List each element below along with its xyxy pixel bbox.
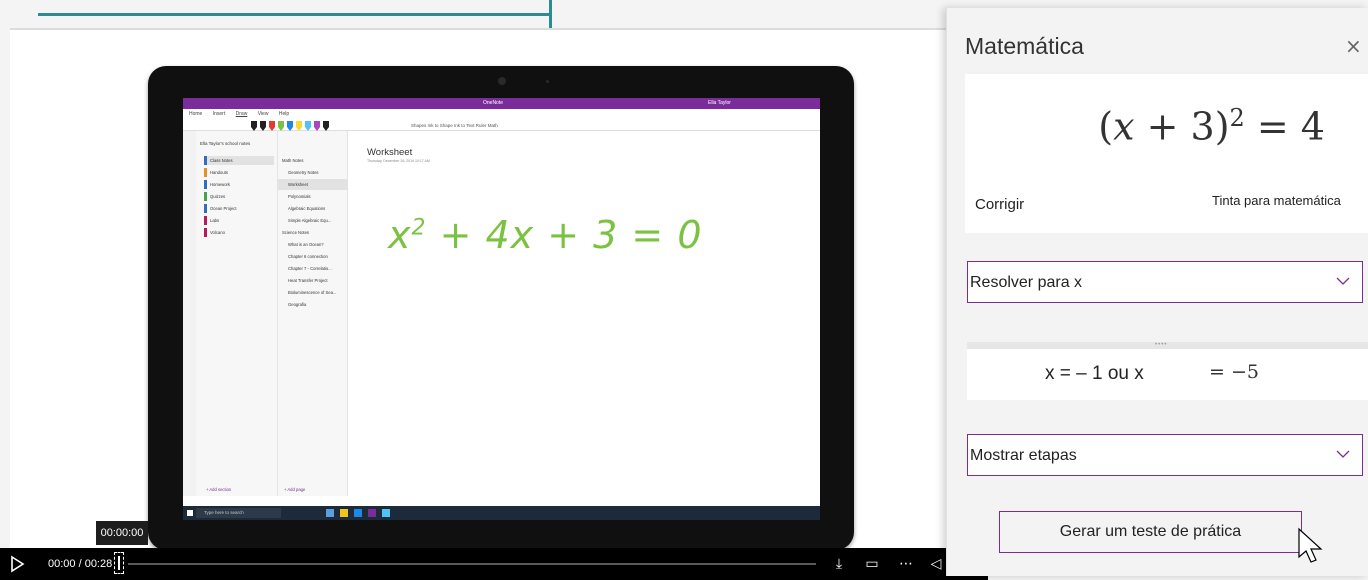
video-time: 00:00 / 00:28 [48,558,113,570]
pen-icon [269,121,275,131]
page-item: Geografia [288,302,307,307]
resize-handle[interactable]: •••• [967,342,1368,349]
section-item: Quizzes [204,192,225,201]
pen-icon [260,121,266,131]
notebook-name: Ella Taylor's school notes [200,141,251,146]
onenote-ribbon: Home Insert Draw View Help Shapes Ink to… [183,109,820,131]
section-item: Volcano [204,228,225,237]
chevron-down-icon [1336,450,1350,458]
chevron-down-icon [1336,277,1350,285]
onenote-nav-rail [183,131,196,496]
onenote-app-title: OneNote [483,100,504,106]
ribbon-tab: Draw [235,111,248,117]
page-group: Science Notes [282,230,309,235]
section-item: Labs [204,216,219,225]
pen-icon [323,121,329,131]
ribbon-tab: Insert [212,111,226,117]
play-icon[interactable] [8,555,26,573]
recognized-equation: (x + 3)2 = 4 [1098,104,1325,149]
edge-icon [354,509,362,517]
ribbon-tab: Help [278,111,290,117]
volume-icon[interactable]: ◁ [926,554,946,574]
pane-title: Matemática [965,33,1084,59]
section-item: Handouts [204,168,228,177]
page-item: Geometry Notes [288,170,319,175]
onenote-page-title: Worksheet [367,147,413,158]
taskbar-search: Type here to search [196,508,281,518]
pen-icon [314,121,320,131]
tablet-screen: OneNote Ella Taylor Home Insert Draw Vie… [183,98,820,520]
steps-dropdown[interactable]: Mostrar etapas [967,434,1363,476]
onenote-user-name: Ella Taylor [708,100,731,106]
page-item: Polynomials [288,194,311,199]
section-item: Ocean Project [204,204,237,213]
steps-dropdown-label: Mostrar etapas [970,447,1077,464]
page-item: Chapter 7 - Correlatio... [288,266,332,271]
mouse-cursor-icon [1298,527,1323,563]
tablet-camera [498,77,506,85]
close-icon[interactable]: × [1345,34,1362,58]
action-dropdown-label: Resolver para x [970,274,1083,291]
section-item: Class Notes [204,156,274,165]
tablet-sensor [546,80,549,83]
solution-text: x = – 1 ou x [1045,363,1144,384]
taskview-icon [326,509,334,517]
page-item: Algebraic Equations [288,206,326,211]
drag-dots-icon: •••• [1155,342,1168,348]
page-item: Heat Transfer Project [288,278,328,283]
more-options-icon[interactable]: ⋯ [896,554,916,574]
ribbon-tab: Home [189,111,203,117]
windows-start-icon [187,510,193,516]
onenote-icon [368,509,376,517]
solution-card: x = – 1 ou x = −5 [967,349,1368,400]
solution-value: = −5 [1209,361,1259,383]
action-dropdown[interactable]: Resolver para x [967,261,1363,303]
equation-card: (x + 3)2 = 4 Corrigir Tinta para matemát… [965,74,1368,233]
onenote-page-date: Thursday, December 26, 2019 10:17 AM [367,159,430,163]
ribbon-tabs: Home Insert Draw View Help [189,111,298,117]
ink-math-label[interactable]: Tinta para matemática [1212,193,1341,208]
video-top-border [10,28,988,30]
page-list: Math Notes Geometry Notes Worksheet Poly… [278,131,348,496]
scrubber-handle[interactable] [114,552,124,574]
page-item: Simple Algebraic Equ... [288,218,332,223]
file-explorer-icon [340,509,348,517]
pen-icon [251,121,257,131]
download-icon[interactable]: ⤓ [829,554,849,574]
ribbon-tools: Shapes Ink to Shape Ink to Text Ruler Ma… [411,123,498,128]
add-section-link: + Add section [206,487,232,492]
page-group: Math Notes [282,158,304,163]
timecode-tooltip: 00:00:00 [96,521,148,545]
math-pane: Matemática × (x + 3)2 = 4 Corrigir Tinta… [946,8,1368,576]
page-item: What is an Ocean? [288,242,324,247]
pen-icon [296,121,302,131]
teal-frame-decoration [38,0,552,16]
onenote-titlebar: OneNote Ella Taylor [183,98,820,109]
page-item: Chapter 6 connection [288,254,328,259]
fix-button[interactable]: Corrigir [975,196,1024,213]
practice-test-button[interactable]: Gerar um teste de prática [999,511,1302,553]
pen-icon [287,121,293,131]
page-item: Bioluminescence of Sea... [288,290,337,295]
app-icon [382,509,390,517]
section-item: Homework [204,180,230,189]
section-list: Ella Taylor's school notes Class Notes H… [196,131,278,496]
progress-bar[interactable] [128,563,816,565]
pen-icon [305,121,311,131]
ribbon-tab: View [257,111,269,117]
add-page-link: + Add page [284,487,306,492]
windows-taskbar: Type here to search [183,506,820,520]
pen-icon [278,121,284,131]
pen-gallery [251,121,329,131]
captions-icon[interactable]: ▭ [862,554,882,574]
handwritten-equation: x2 + 4x + 3 = 0 [388,213,703,257]
video-controls: 00:00 / 00:28 ⤓ ▭ ⋯ ◁ [0,548,988,580]
page-item: Worksheet [278,179,348,190]
